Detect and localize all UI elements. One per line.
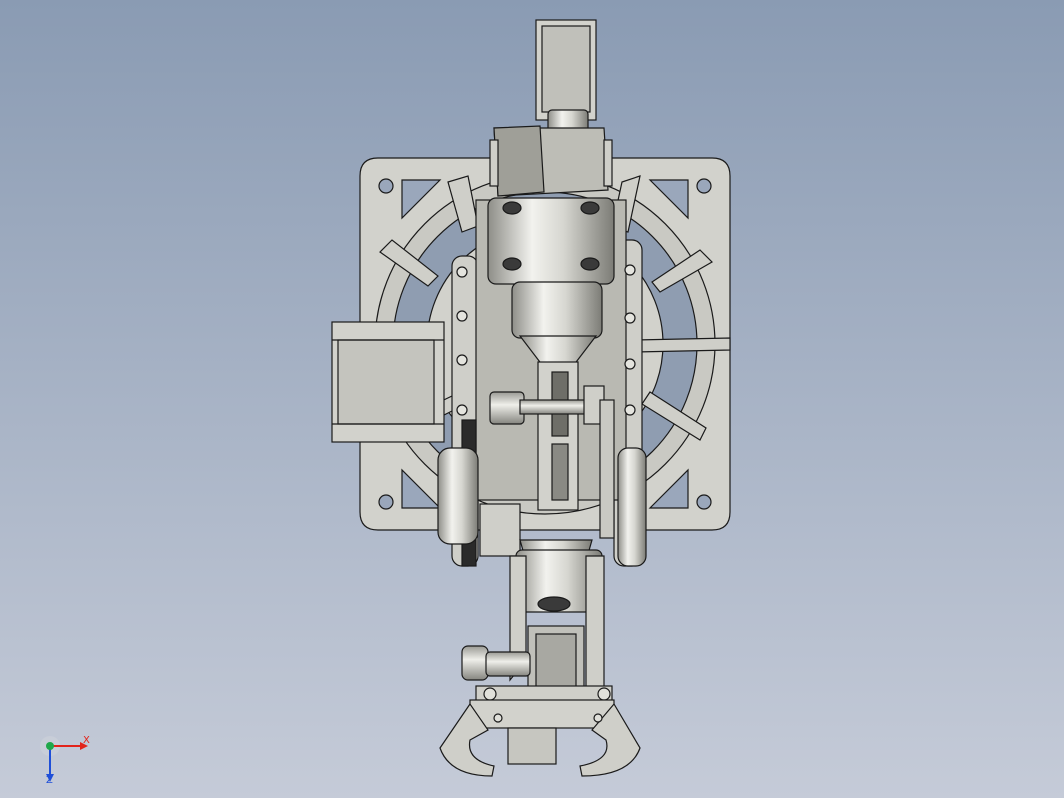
robot-arm-model[interactable] bbox=[0, 0, 1064, 798]
top-motor bbox=[489, 19, 613, 197]
x-axis-label: X bbox=[83, 735, 90, 746]
gripper bbox=[439, 699, 641, 777]
cad-graphics-viewport[interactable]: X Z bbox=[0, 0, 1064, 798]
coordinate-triad: X Z bbox=[36, 728, 100, 788]
side-motor bbox=[331, 321, 445, 443]
z-axis-label: Z bbox=[46, 775, 53, 786]
